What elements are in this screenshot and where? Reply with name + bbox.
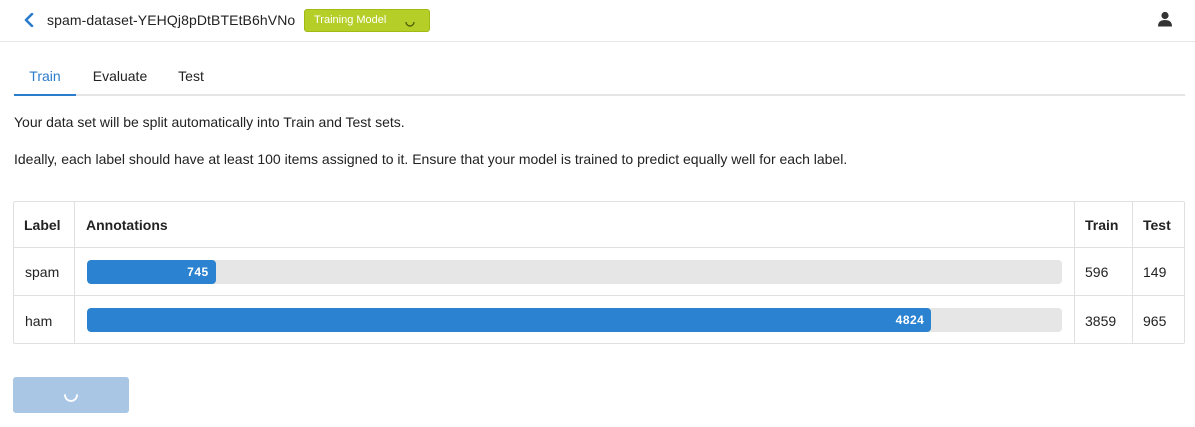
status-badge: Training Model bbox=[304, 9, 430, 32]
top-bar: spam-dataset-YEHQj8pDtBTEtB6hVNo Trainin… bbox=[0, 0, 1195, 42]
train-model-button[interactable] bbox=[13, 377, 129, 413]
header-test: Test bbox=[1143, 217, 1171, 233]
back-button[interactable] bbox=[20, 11, 38, 29]
column-divider bbox=[1132, 202, 1133, 343]
header-train: Train bbox=[1085, 217, 1119, 233]
header-label: Label bbox=[24, 217, 61, 233]
annotation-bar-track: 745 bbox=[87, 260, 1062, 284]
annotation-count: 4824 bbox=[895, 313, 925, 327]
column-divider bbox=[74, 202, 75, 343]
spinner-icon bbox=[405, 21, 415, 27]
intro-text-split: Your data set will be split automaticall… bbox=[14, 114, 405, 130]
user-menu-button[interactable] bbox=[1157, 11, 1175, 29]
header-annotations: Annotations bbox=[86, 217, 168, 233]
chevron-left-icon bbox=[24, 13, 34, 27]
test-count: 965 bbox=[1143, 313, 1167, 329]
annotation-bar-track: 4824 bbox=[87, 308, 1062, 332]
annotation-bar-fill: 4824 bbox=[87, 308, 932, 332]
column-divider bbox=[1074, 202, 1075, 343]
dataset-title: spam-dataset-YEHQj8pDtBTEtB6hVNo bbox=[47, 12, 296, 28]
train-count: 596 bbox=[1085, 264, 1109, 280]
train-count: 3859 bbox=[1085, 313, 1117, 329]
tab-train[interactable]: Train bbox=[14, 58, 76, 96]
annotation-bar-fill: 745 bbox=[87, 260, 216, 284]
annotation-count: 745 bbox=[187, 265, 209, 279]
status-badge-label: Training Model bbox=[314, 14, 387, 26]
label-distribution-table: Label Annotations Train Test spam 745 59… bbox=[13, 201, 1185, 344]
user-icon bbox=[1158, 11, 1172, 27]
intro-text-guidance: Ideally, each label should have at least… bbox=[14, 151, 848, 167]
row-divider bbox=[14, 247, 1184, 248]
spinner-icon bbox=[64, 394, 78, 402]
tab-test[interactable]: Test bbox=[168, 58, 214, 96]
test-count: 149 bbox=[1143, 264, 1167, 280]
row-label-spam: spam bbox=[25, 264, 60, 280]
tab-bar: Train Evaluate Test bbox=[14, 58, 1185, 96]
row-divider bbox=[14, 295, 1184, 296]
tab-evaluate[interactable]: Evaluate bbox=[80, 58, 160, 96]
row-label-ham: ham bbox=[25, 313, 53, 329]
